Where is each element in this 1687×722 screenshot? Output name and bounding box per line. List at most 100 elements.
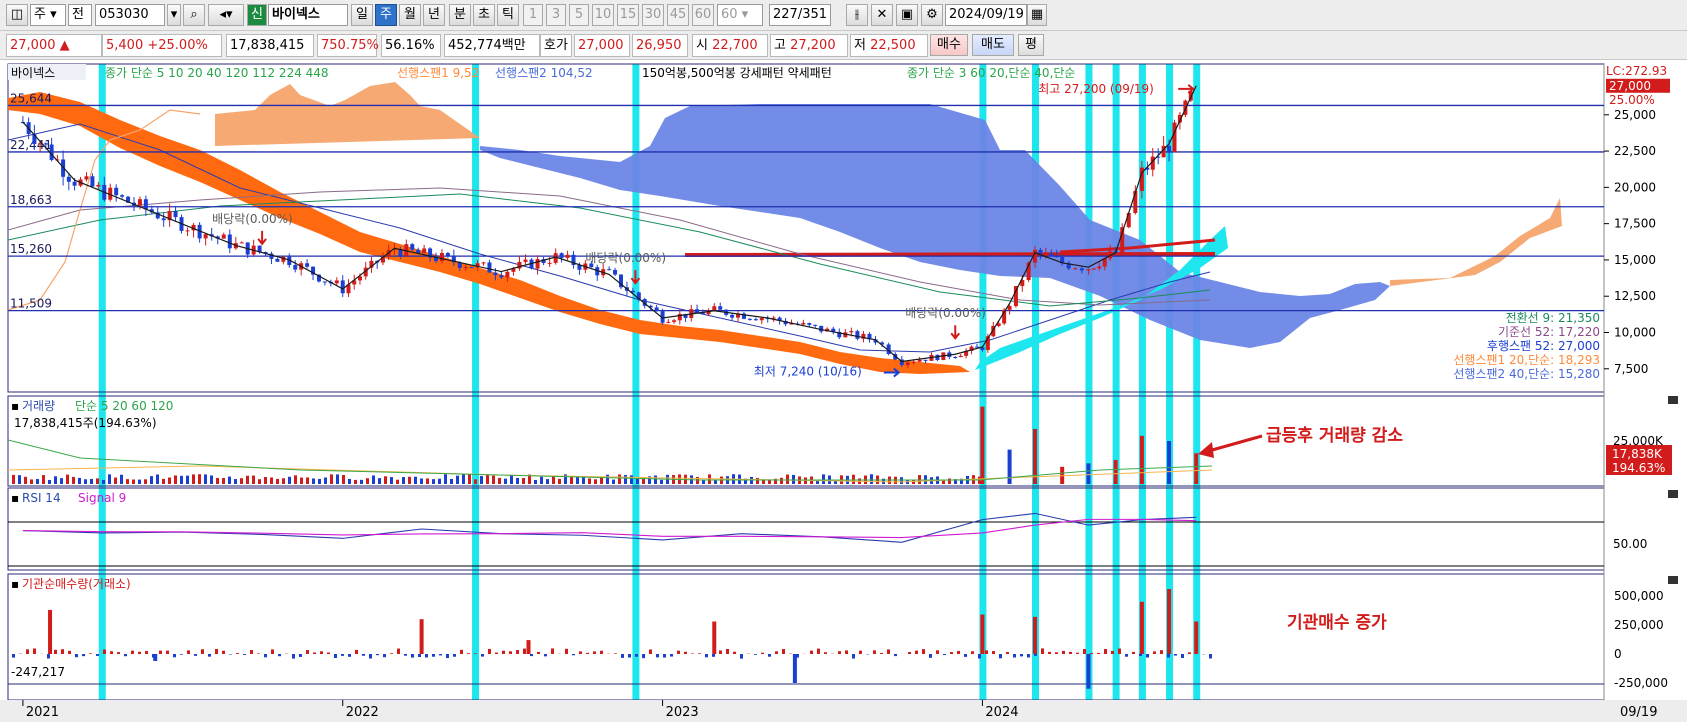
tab-month[interactable]: 월: [399, 4, 421, 26]
collapse-institution-icon[interactable]: [1668, 576, 1678, 584]
tab-second[interactable]: 초: [473, 4, 495, 26]
candle-body: [1043, 253, 1048, 255]
candle-body: [143, 199, 148, 210]
tab-day[interactable]: 일: [351, 4, 373, 26]
interval-45[interactable]: 45: [667, 4, 689, 26]
institution-bar: [61, 649, 64, 654]
institution-bar: [656, 654, 659, 658]
tab-minute[interactable]: 분: [449, 4, 471, 26]
price-tick-label: 10,000: [1614, 325, 1656, 339]
buy-button[interactable]: 매수: [930, 34, 968, 56]
institution-bar: [719, 650, 722, 654]
candle-body: [855, 331, 860, 339]
institution-bar: [278, 654, 281, 657]
institution-bar: [761, 652, 764, 654]
stock-name[interactable]: 바이넥스: [268, 4, 348, 26]
volume-bar: [600, 477, 603, 484]
interval-select[interactable]: 60 ▾: [717, 4, 763, 26]
institution-bar: [593, 651, 596, 654]
signal-band: [472, 64, 480, 700]
volume-bar: [180, 475, 183, 484]
institution-annotation: 기관매수 증가: [1287, 613, 1387, 633]
institution-bar: [1167, 589, 1172, 654]
institution-bar: [54, 649, 57, 654]
search-icon[interactable]: ⌕: [183, 4, 205, 26]
gear-icon[interactable]: ⚙: [921, 4, 943, 26]
institution-bar: [306, 650, 309, 654]
count-input[interactable]: 227/351: [769, 4, 831, 26]
dropdown-icon[interactable]: ▾: [167, 4, 181, 26]
volume-legend-ma: 단순 5 20 60 120: [75, 399, 173, 413]
institution-bar: [980, 614, 985, 654]
save-icon[interactable]: ▣: [896, 4, 918, 26]
collapse-rsi-icon[interactable]: [1668, 490, 1678, 498]
institution-bar: [257, 653, 260, 654]
code-input[interactable]: 053030: [95, 4, 165, 26]
institution-bar: [397, 648, 400, 654]
candle-body: [439, 253, 444, 262]
legend-span2: 선행스팬2 104,52: [495, 65, 593, 80]
crosshair-icon[interactable]: ✕: [871, 4, 893, 26]
layout-icon[interactable]: ◫: [6, 4, 28, 26]
toolbar: ◫ 주 ▾ 전 053030 ▾ ⌕ ◂▾ 신 바이넥스 일 주 월 년 분 초…: [0, 0, 1687, 31]
interval-3[interactable]: 3: [546, 4, 566, 26]
rsi-legend-signal: Signal 9: [78, 491, 126, 505]
institution-bar: [792, 654, 797, 683]
institution-bar: [1194, 621, 1199, 654]
institution-bar: [922, 649, 925, 654]
legend-ma2: 종가 단순 3 60 20,단순 40,단순: [907, 66, 1075, 80]
volume-bar: [210, 475, 213, 484]
institution-bar: [1139, 654, 1142, 656]
date-input[interactable]: 2024/09/19: [945, 4, 1027, 26]
candle-body: [72, 181, 77, 186]
volume-bar: [144, 479, 147, 484]
institution-bar: [1041, 648, 1044, 654]
sell-button[interactable]: 매도: [972, 34, 1014, 56]
tab-year[interactable]: 년: [423, 4, 445, 26]
tab-tick[interactable]: 틱: [497, 4, 519, 26]
volume-bar: [426, 478, 429, 484]
institution-bar: [215, 648, 218, 654]
interval-15[interactable]: 15: [617, 4, 639, 26]
lc-label: LC:272.93: [1606, 64, 1667, 78]
interval-60[interactable]: 60: [692, 4, 714, 26]
candle-icon[interactable]: ⫲: [846, 4, 868, 26]
institution-bar: [894, 654, 897, 657]
volume-bar: [60, 478, 63, 484]
institution-bar: [1034, 654, 1037, 656]
institution-bar: [530, 654, 533, 657]
institution-bar: [411, 654, 414, 658]
institution-bar: [313, 652, 316, 654]
institution-tick-label: 250,000: [1614, 618, 1664, 632]
collapse-volume-icon[interactable]: [1668, 396, 1678, 404]
institution-bar: [1055, 652, 1058, 654]
institution-bar: [526, 640, 531, 654]
candle-body: [227, 234, 232, 249]
interval-10[interactable]: 10: [592, 4, 614, 26]
institution-bar: [180, 654, 183, 655]
institution-tick-label: 500,000: [1614, 589, 1664, 603]
speaker-icon[interactable]: ◂▾: [208, 4, 244, 26]
institution-bar: [47, 654, 50, 659]
price-tick-label: 17,500: [1614, 217, 1656, 231]
legend-name: 바이넥스: [11, 66, 55, 80]
volume-bar: [792, 474, 795, 484]
volume-bar: [870, 474, 873, 484]
candle-body: [666, 321, 671, 323]
high-box: 고 27,200: [770, 34, 848, 57]
interval-30[interactable]: 30: [642, 4, 664, 26]
interval-1[interactable]: 1: [523, 4, 543, 26]
info-line: 기준선 52: 17,220: [1498, 325, 1600, 339]
volume-bar: [624, 475, 627, 484]
volume-bar: [18, 475, 21, 484]
stock-chart[interactable]: 25,64422,44118,66315,26011,509 최고 27,200…: [0, 60, 1687, 722]
tab-week[interactable]: 주: [375, 4, 397, 26]
price-tick-label: 12,500: [1614, 289, 1656, 303]
period-select[interactable]: 주 ▾: [30, 4, 66, 26]
interval-5[interactable]: 5: [569, 4, 589, 26]
calendar-icon[interactable]: ▦: [1027, 4, 1047, 26]
type-select[interactable]: 전: [68, 4, 92, 26]
eval-button[interactable]: 평: [1018, 34, 1044, 56]
institution-bar: [117, 652, 120, 654]
institution-bar: [446, 654, 449, 659]
